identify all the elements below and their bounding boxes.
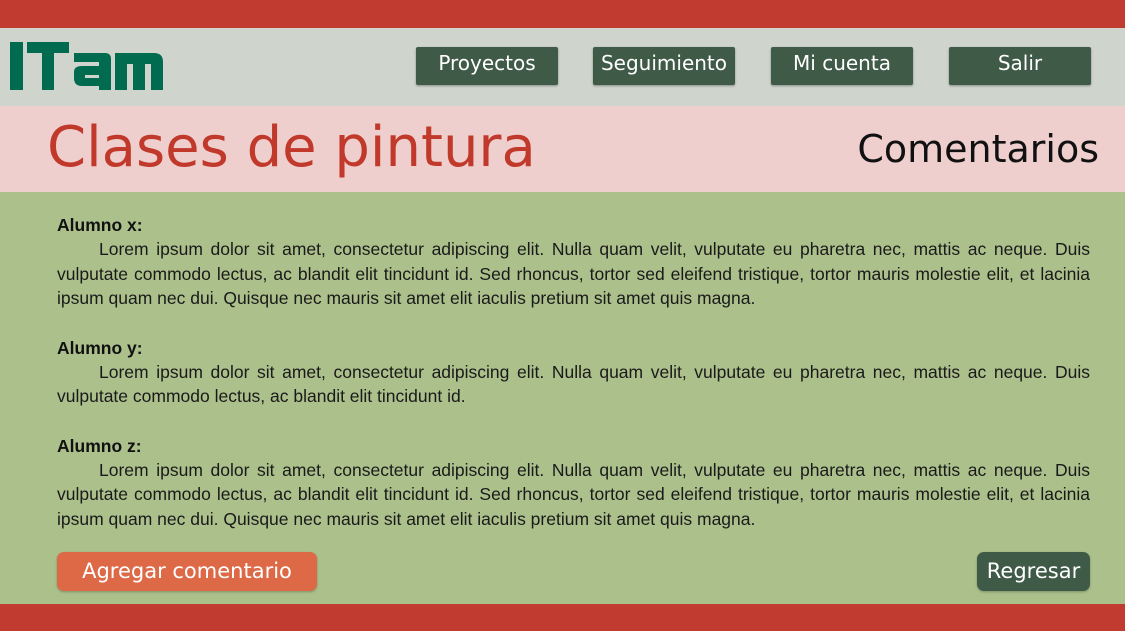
comment-author: Alumno y:	[57, 337, 143, 358]
nav-mi-cuenta-button[interactable]: Mi cuenta	[771, 47, 913, 85]
comment-author: Alumno z:	[57, 435, 142, 456]
comment-item: Alumno y: Lorem ipsum dolor sit amet, co…	[57, 336, 1090, 409]
page-title: Clases de pintura	[47, 115, 536, 180]
comment-item: Alumno x: Lorem ipsum dolor sit amet, co…	[57, 213, 1090, 311]
nav-proyectos-button[interactable]: Proyectos	[416, 47, 558, 85]
comment-author: Alumno x:	[57, 215, 143, 235]
add-comment-button[interactable]: Agregar comentario	[57, 552, 317, 591]
comment-text: Lorem ipsum dolor sit amet, consectetur …	[57, 361, 1090, 407]
itam-logo-icon	[10, 42, 163, 90]
comment-text: Lorem ipsum dolor sit amet, consectetur …	[57, 459, 1090, 529]
back-button[interactable]: Regresar	[977, 552, 1090, 591]
comments-panel: Alumno x: Lorem ipsum dolor sit amet, co…	[0, 192, 1125, 604]
comment-item: Alumno z: Lorem ipsum dolor sit amet, co…	[57, 434, 1090, 532]
bottom-accent-bar	[0, 604, 1125, 631]
nav-salir-button[interactable]: Salir	[949, 47, 1091, 85]
comment-text: Lorem ipsum dolor sit amet, consectetur …	[57, 239, 1090, 308]
top-accent-bar	[0, 0, 1125, 28]
title-band: Clases de pintura Comentarios	[0, 106, 1125, 192]
comments-list: Alumno x: Lorem ipsum dolor sit amet, co…	[57, 213, 1090, 556]
itam-logo[interactable]	[8, 40, 166, 92]
section-title: Comentarios	[857, 127, 1099, 171]
nav-seguimiento-button[interactable]: Seguimiento	[593, 47, 735, 85]
header: Proyectos Seguimiento Mi cuenta Salir	[0, 28, 1125, 106]
